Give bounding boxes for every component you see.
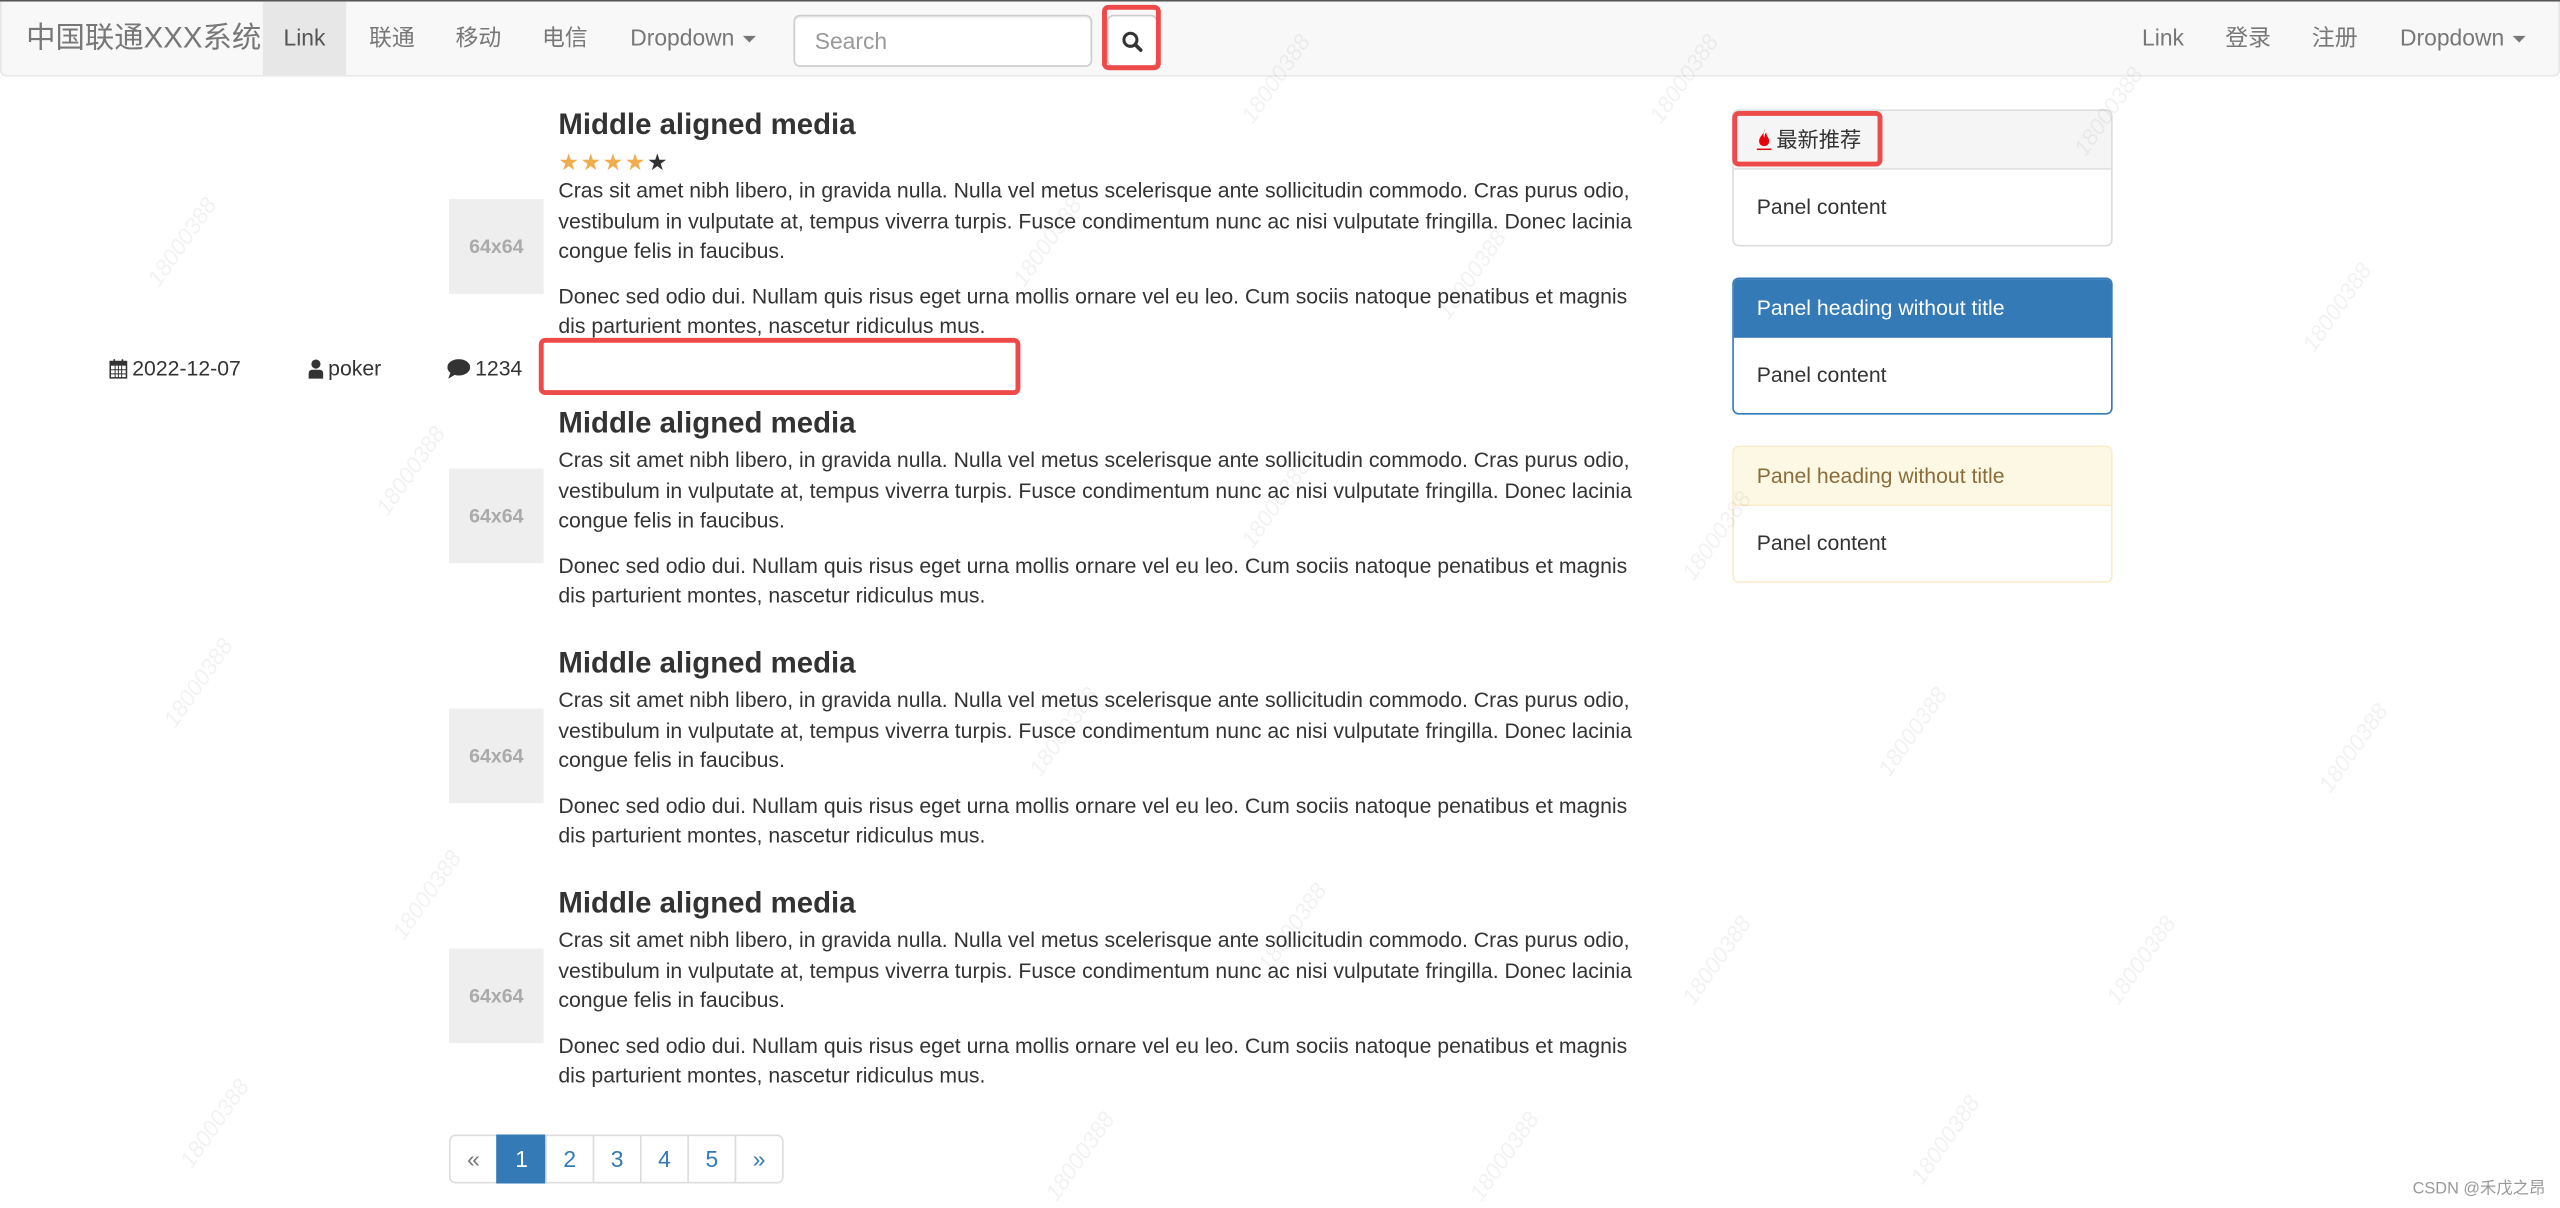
- pagination-page-4[interactable]: 4: [639, 1134, 689, 1184]
- panel-body: Panel content: [1756, 362, 1887, 387]
- panel-recommend: 最新推荐 Panel content: [1732, 109, 2113, 247]
- media-paragraph: Cras sit amet nibh libero, in gravida nu…: [558, 447, 1632, 533]
- watermark: 18000388: [157, 633, 238, 732]
- caret-down-icon: [2512, 36, 2526, 43]
- media-body: Middle aligned media Cras sit amet nibh …: [558, 406, 1655, 611]
- media-thumbnail: 64x64: [448, 199, 544, 294]
- pagination-prev[interactable]: «: [448, 1134, 498, 1184]
- star-filled-icon: ★: [624, 148, 647, 175]
- navbar-brand[interactable]: 中国联通XXX系统: [26, 2, 261, 75]
- panel-heading: 最新推荐: [1733, 111, 2112, 170]
- panel-body: Panel content: [1756, 194, 1887, 219]
- media-heading[interactable]: Middle aligned media: [558, 108, 1655, 141]
- media-thumbnail: 64x64: [448, 468, 544, 564]
- media-paragraph: Donec sed odio dui. Nullam quis risus eg…: [558, 552, 1628, 608]
- media-item: 64x64 Middle aligned media ★★★★★ Cras si…: [448, 106, 1657, 384]
- panel-heading-text: 最新推荐: [1776, 127, 1862, 152]
- watermark: 18000388: [1039, 1106, 1120, 1205]
- nav-item-link[interactable]: Link: [262, 1, 347, 76]
- media-thumbnail: 64x64: [448, 948, 544, 1044]
- pagination-page-1[interactable]: 1: [496, 1134, 547, 1184]
- media-item: 64x64 Middle aligned media Cras sit amet…: [448, 886, 1657, 1091]
- pagination-page-3[interactable]: 3: [592, 1134, 642, 1184]
- nav-item-register[interactable]: 注册: [2312, 2, 2358, 75]
- media-paragraph: Donec sed odio dui. Nullam quis risus eg…: [558, 792, 1628, 848]
- meta-date: 2022-12-07: [109, 353, 241, 386]
- watermark: 18000388: [1904, 1090, 1985, 1189]
- media-item: 64x64 Middle aligned media Cras sit amet…: [448, 406, 1657, 611]
- nav-item-telecom[interactable]: 电信: [542, 2, 588, 75]
- nav-item-login[interactable]: 登录: [2225, 2, 2271, 75]
- star-filled-icon: ★: [558, 148, 581, 175]
- watermark: 18000388: [1872, 682, 1952, 781]
- star-empty-icon: ★: [646, 148, 670, 175]
- fire-icon: [1756, 128, 1772, 151]
- star-filled-icon: ★: [580, 148, 603, 175]
- search-icon: [1122, 30, 1143, 52]
- watermark: 18000388: [1676, 910, 1757, 1010]
- meta-author[interactable]: poker: [308, 353, 382, 386]
- panel-warning: Panel heading without title Panel conten…: [1732, 445, 2113, 583]
- nav-dropdown-left[interactable]: Dropdown: [630, 2, 756, 75]
- watermark: 18000388: [174, 1073, 254, 1173]
- caret-down-icon: [742, 36, 756, 43]
- media-paragraph: Cras sit amet nibh libero, in gravida nu…: [558, 177, 1632, 263]
- star-filled-icon: ★: [602, 148, 625, 175]
- media-heading[interactable]: Middle aligned media: [558, 886, 1655, 919]
- footer-credit: CSDN @禾戊之昂: [2412, 1180, 2546, 1199]
- media-paragraph: Donec sed odio dui. Nullam quis risus eg…: [558, 283, 1628, 338]
- nav-item-unicom[interactable]: 联通: [369, 2, 415, 75]
- media-body: Middle aligned media Cras sit amet nibh …: [558, 886, 1655, 1091]
- media-item: 64x64 Middle aligned media Cras sit amet…: [448, 646, 1657, 851]
- panel-body: Panel content: [1756, 530, 1887, 556]
- meta-comments-count: 1234: [475, 355, 523, 381]
- media-heading[interactable]: Middle aligned media: [558, 646, 1655, 679]
- page: 中国联通XXX系统 Link 联通 移动 电信 Dropdown Link 登录…: [0, 0, 2560, 1208]
- nav-item-mobile[interactable]: 移动: [456, 2, 502, 75]
- media-body: Middle aligned media Cras sit amet nibh …: [558, 646, 1655, 851]
- user-icon: [308, 359, 324, 379]
- search-button[interactable]: [1106, 14, 1158, 67]
- media-body: Middle aligned media ★★★★★ Cras sit amet…: [558, 106, 1655, 342]
- watermark: 18000388: [2313, 698, 2393, 797]
- navbar: 中国联通XXX系统 Link 联通 移动 电信 Dropdown Link 登录…: [0, 1, 2560, 77]
- watermark: 18000388: [1464, 1106, 1544, 1205]
- dropdown-label: Dropdown: [630, 24, 735, 51]
- media-heading[interactable]: Middle aligned media: [558, 406, 1655, 439]
- calendar-icon: [109, 359, 128, 379]
- meta-comments[interactable]: 1234: [447, 353, 522, 386]
- media-thumbnail: 64x64: [448, 708, 544, 804]
- meta-date-text: 2022-12-07: [132, 355, 241, 381]
- meta-author-text: poker: [328, 355, 382, 381]
- media-paragraph: Donec sed odio dui. Nullam quis risus eg…: [558, 1032, 1628, 1088]
- media-paragraph: Cras sit amet nibh libero, in gravida nu…: [558, 927, 1632, 1013]
- comment-icon: [447, 359, 471, 379]
- panel-heading: Panel heading without title: [1733, 279, 2112, 338]
- pagination-page-5[interactable]: 5: [687, 1134, 737, 1184]
- watermark: 18000388: [370, 420, 450, 520]
- panel-heading: Panel heading without title: [1733, 447, 2112, 507]
- search-input[interactable]: [793, 14, 1093, 67]
- pagination: « 1 2 3 4 5 »: [448, 1134, 784, 1184]
- star-rating: ★★★★★: [558, 149, 1655, 175]
- nav-item-link-right[interactable]: Link: [2142, 2, 2184, 75]
- watermark: 18000388: [141, 192, 222, 291]
- watermark: 18000388: [2100, 910, 2181, 1010]
- pagination-next[interactable]: »: [734, 1134, 784, 1184]
- dropdown-label: Dropdown: [2399, 24, 2505, 51]
- pagination-page-2[interactable]: 2: [545, 1134, 595, 1184]
- media-paragraph: Cras sit amet nibh libero, in gravida nu…: [558, 687, 1632, 773]
- panel-primary: Panel heading without title Panel conten…: [1732, 277, 2113, 415]
- watermark: 18000388: [2296, 257, 2377, 357]
- nav-dropdown-right[interactable]: Dropdown: [2399, 2, 2526, 75]
